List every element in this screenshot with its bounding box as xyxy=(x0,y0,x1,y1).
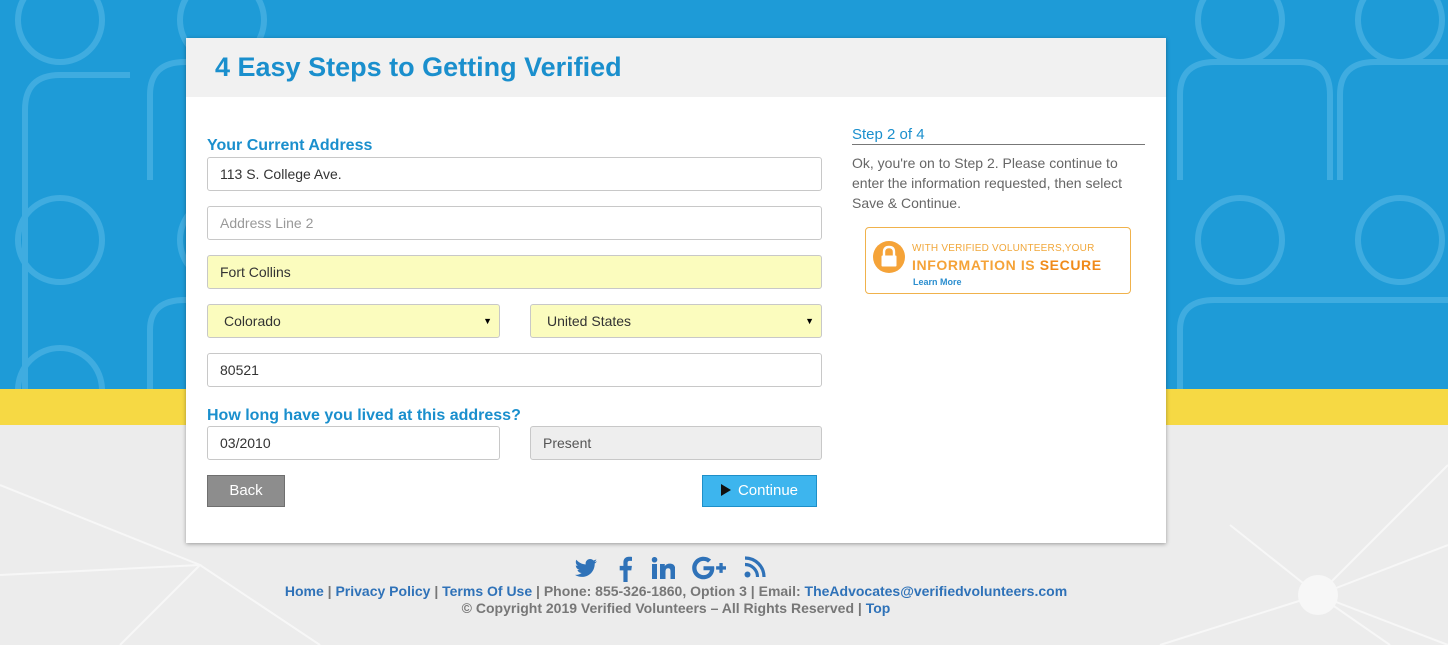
top-link[interactable]: Top xyxy=(866,600,891,616)
separator: | xyxy=(327,583,332,599)
phone-text: Phone: 855-326-1860, Option 3 xyxy=(543,583,747,599)
rss-icon[interactable] xyxy=(744,556,766,583)
duration-section-label: How long have you lived at this address? xyxy=(207,407,521,424)
address-line1-input[interactable]: 113 S. College Ave. xyxy=(207,157,822,191)
dropdown-arrow-icon: ▼ xyxy=(805,316,814,326)
continue-label: Continue xyxy=(737,482,799,499)
page-title: 4 Easy Steps to Getting Verified xyxy=(215,52,622,82)
step-instructions: Ok, you're on to Step 2. Please continue… xyxy=(852,155,1123,211)
continue-button[interactable]: Continue xyxy=(702,475,817,507)
lock-icon xyxy=(873,241,905,273)
privacy-link[interactable]: Privacy Policy xyxy=(335,583,430,599)
footer-copyright: © Copyright 2019 Verified Volunteers – A… xyxy=(0,600,1352,616)
to-date-input: Present xyxy=(530,426,822,460)
separator: | xyxy=(536,583,540,599)
back-button[interactable]: Back xyxy=(207,475,285,507)
footer-links: Home | Privacy Policy | Terms Of Use | P… xyxy=(0,583,1352,599)
security-badge[interactable]: WITH VERIFIED VOLUNTEERS,YOUR INFORMATIO… xyxy=(865,227,1131,294)
address-section-label: Your Current Address xyxy=(207,137,373,154)
verification-card: 4 Easy Steps to Getting Verified Your Cu… xyxy=(186,38,1166,543)
learn-more-link[interactable]: Learn More xyxy=(913,277,962,287)
card-header: 4 Easy Steps to Getting Verified xyxy=(186,38,1166,97)
zip-input[interactable]: 80521 xyxy=(207,353,822,387)
email-label: Email: xyxy=(758,583,801,599)
badge-headline: INFORMATION IS SECURE xyxy=(912,257,1102,273)
address-line2-input[interactable]: Address Line 2 xyxy=(207,206,822,240)
badge-caption: WITH VERIFIED VOLUNTEERS,YOUR xyxy=(912,243,1095,254)
step-sidebar: Step 2 of 4 Ok, you're on to Step 2. Ple… xyxy=(852,126,1145,213)
twitter-icon[interactable] xyxy=(574,556,598,585)
badge-headline-text: INFORMATION IS xyxy=(912,257,1040,273)
google-plus-icon[interactable] xyxy=(692,556,728,585)
terms-link[interactable]: Terms Of Use xyxy=(442,583,532,599)
linkedin-icon[interactable] xyxy=(651,556,676,585)
separator: | xyxy=(750,583,755,599)
state-select-value: Colorado xyxy=(224,313,281,329)
email-link[interactable]: TheAdvocates@verifiedvolunteers.com xyxy=(805,583,1068,599)
country-select[interactable]: United States ▼ xyxy=(530,304,822,338)
state-select[interactable]: Colorado ▼ xyxy=(207,304,500,338)
dropdown-arrow-icon: ▼ xyxy=(483,316,492,326)
separator: | xyxy=(857,600,862,616)
separator: | xyxy=(434,583,439,599)
copyright-text: © Copyright 2019 Verified Volunteers – A… xyxy=(461,600,854,616)
city-input[interactable]: Fort Collins xyxy=(207,255,822,289)
play-icon xyxy=(720,484,731,496)
country-select-value: United States xyxy=(547,313,632,329)
home-link[interactable]: Home xyxy=(285,583,324,599)
step-indicator: Step 2 of 4 xyxy=(852,126,1145,145)
from-date-input[interactable]: 03/2010 xyxy=(207,426,500,460)
badge-headline-secure: SECURE xyxy=(1039,257,1102,273)
